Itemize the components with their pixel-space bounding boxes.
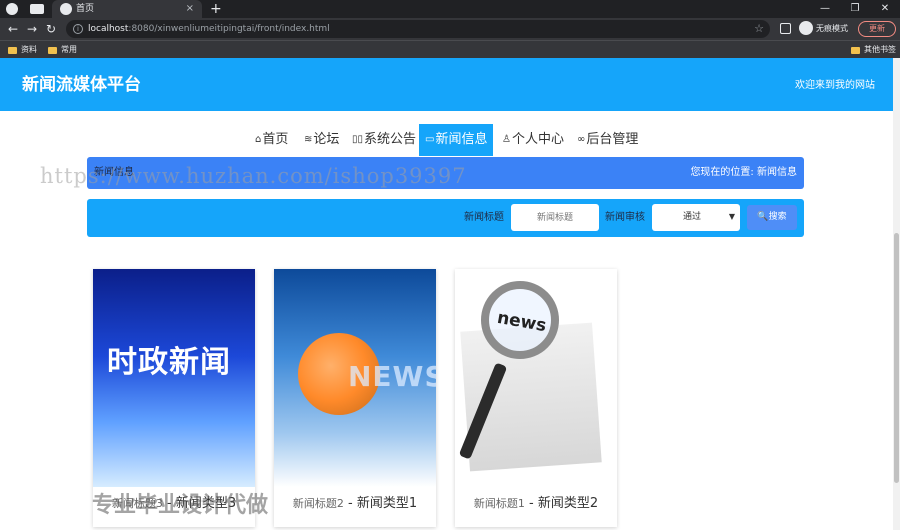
nav-announcements[interactable]: ▯▯ 系统公告 (352, 124, 416, 156)
nav-forum[interactable]: ≋ 论坛 (304, 124, 339, 156)
address-bar[interactable]: i localhost:8080/xinwenliumeitipingtai/f… (66, 20, 770, 38)
scrollbar-thumb[interactable] (894, 233, 899, 483)
news-type: - 新闻类型1 (348, 496, 418, 511)
nav-label: 论坛 (313, 132, 340, 147)
tab-title: 首页 (76, 4, 95, 14)
chrome-menu-icon[interactable] (6, 3, 18, 15)
news-card-image[interactable]: NEWS (274, 269, 436, 487)
news-audit-select[interactable]: 通过 ▼ (652, 204, 740, 231)
bookmark-star-icon[interactable]: ☆ (754, 21, 764, 37)
close-window-button[interactable]: ✕ (870, 0, 900, 18)
folder-icon (851, 46, 860, 54)
url-host: localhost (88, 24, 129, 34)
restore-button[interactable]: ❐ (840, 0, 870, 18)
bookmarks-bar: 资料 常用 其他书签 (0, 40, 900, 58)
welcome-text: 欢迎来到我的网站 (795, 80, 875, 91)
news-title: 新闻标题2 (292, 497, 344, 510)
news-card-image[interactable]: news (455, 269, 617, 487)
link-icon: ∞ (577, 134, 586, 145)
globe-icon (60, 3, 72, 15)
bookmark-label: 其他书签 (864, 45, 896, 54)
back-arrow-icon[interactable]: ← (4, 20, 22, 38)
news-card-caption[interactable]: 新闻标题1 - 新闻类型2 (455, 493, 617, 515)
chevron-down-icon: ▼ (728, 212, 735, 221)
news-card-2[interactable]: NEWS 新闻标题2 - 新闻类型1 (274, 269, 436, 527)
columns-icon: ▯▯ (352, 134, 364, 145)
minimize-button[interactable]: — (810, 0, 840, 18)
search-bar: 新闻标题 新闻审核 通过 ▼ 🔍搜索 (87, 199, 804, 237)
bookmark-label: 常用 (61, 45, 77, 54)
news-title-label: 新闻标题 (464, 212, 504, 223)
browser-tab-home[interactable]: 首页 × (52, 0, 202, 18)
browser-toolbar: ← → ↻ i localhost:8080/xinwenliumeitipin… (0, 18, 900, 40)
audit-selected-value: 通过 (683, 212, 702, 222)
image-text: NEWS (348, 360, 436, 393)
breadcrumb-prefix: 您现在的位置: (690, 167, 754, 178)
nav-label: 个人中心 (511, 132, 564, 147)
forum-icon: ≋ (304, 134, 313, 145)
news-card-1[interactable]: 时政新闻 新闻标题3 - 新闻类型3 (93, 269, 255, 527)
window-controls: — ❐ ✕ (810, 0, 900, 18)
watermark-url: https://www.huzhan.com/ishop39397 (40, 164, 467, 188)
side-panel-icon[interactable] (780, 23, 791, 34)
page-scrollbar[interactable] (893, 58, 900, 530)
site-header: 新闻流媒体平台 欢迎来到我的网站 (0, 58, 893, 111)
info-icon[interactable]: i (73, 24, 83, 34)
bookmark-folder-1[interactable]: 资料 (8, 44, 37, 56)
nav-news-info[interactable]: ▭ 新闻信息 (419, 124, 494, 156)
news-type: - 新闻类型2 (529, 496, 599, 511)
bookmark-folder-other[interactable]: 其他书签 (851, 44, 896, 56)
new-tab-button[interactable]: + (210, 0, 222, 18)
breadcrumb-current[interactable]: 新闻信息 (757, 167, 797, 178)
close-icon[interactable]: × (186, 1, 194, 17)
breadcrumb: 您现在的位置: 新闻信息 (690, 166, 797, 180)
update-button[interactable]: 更新 (858, 21, 896, 37)
watermark-text: 专业毕业设计代做 (92, 493, 269, 518)
bookmark-label: 资料 (21, 45, 37, 54)
page-viewport: 新闻流媒体平台 欢迎来到我的网站 ⌂ 首页 ≋ 论坛 ▯▯ 系统公告 ▭ 新闻信息 ♙ 个… (0, 58, 900, 530)
incognito-profile-icon[interactable] (799, 21, 813, 35)
search-button[interactable]: 🔍搜索 (747, 205, 797, 230)
nav-label: 首页 (262, 132, 289, 147)
user-icon: ♙ (502, 134, 511, 145)
nav-home[interactable]: ⌂ 首页 (255, 124, 288, 156)
browser-tab-bar: 首页 × + — ❐ ✕ (0, 0, 900, 18)
search-icon: 🔍 (757, 212, 769, 222)
folder-icon (8, 46, 17, 54)
news-title-input[interactable] (511, 204, 599, 231)
nav-profile[interactable]: ♙ 个人中心 (502, 124, 564, 156)
news-title: 新闻标题1 (473, 497, 525, 510)
search-button-label: 搜索 (768, 212, 787, 222)
bookmark-folder-2[interactable]: 常用 (48, 44, 77, 56)
nav-label: 新闻信息 (435, 132, 488, 147)
reload-icon[interactable]: ↻ (42, 20, 60, 38)
news-card-image[interactable]: 时政新闻 (93, 269, 255, 487)
document-icon: ▭ (425, 134, 435, 145)
news-card-caption[interactable]: 新闻标题2 - 新闻类型1 (274, 493, 436, 515)
url-text[interactable]: localhost:8080/xinwenliumeitipingtai/fro… (88, 22, 330, 36)
home-icon: ⌂ (255, 134, 262, 145)
image-text: 时政新闻 (107, 345, 231, 380)
nav-admin[interactable]: ∞ 后台管理 (577, 124, 638, 156)
forward-arrow-icon[interactable]: → (23, 20, 41, 38)
url-path: :8080/xinwenliumeitipingtai/front/index.… (128, 24, 330, 34)
news-card-3[interactable]: news 新闻标题1 - 新闻类型2 (455, 269, 617, 527)
profile-label: 无痕模式 (816, 24, 848, 33)
tab-strip-icon[interactable] (30, 4, 44, 14)
site-title: 新闻流媒体平台 (22, 75, 141, 95)
nav-label: 系统公告 (364, 132, 417, 147)
nav-label: 后台管理 (586, 132, 639, 147)
news-audit-label: 新闻审核 (605, 212, 645, 223)
folder-icon (48, 46, 57, 54)
